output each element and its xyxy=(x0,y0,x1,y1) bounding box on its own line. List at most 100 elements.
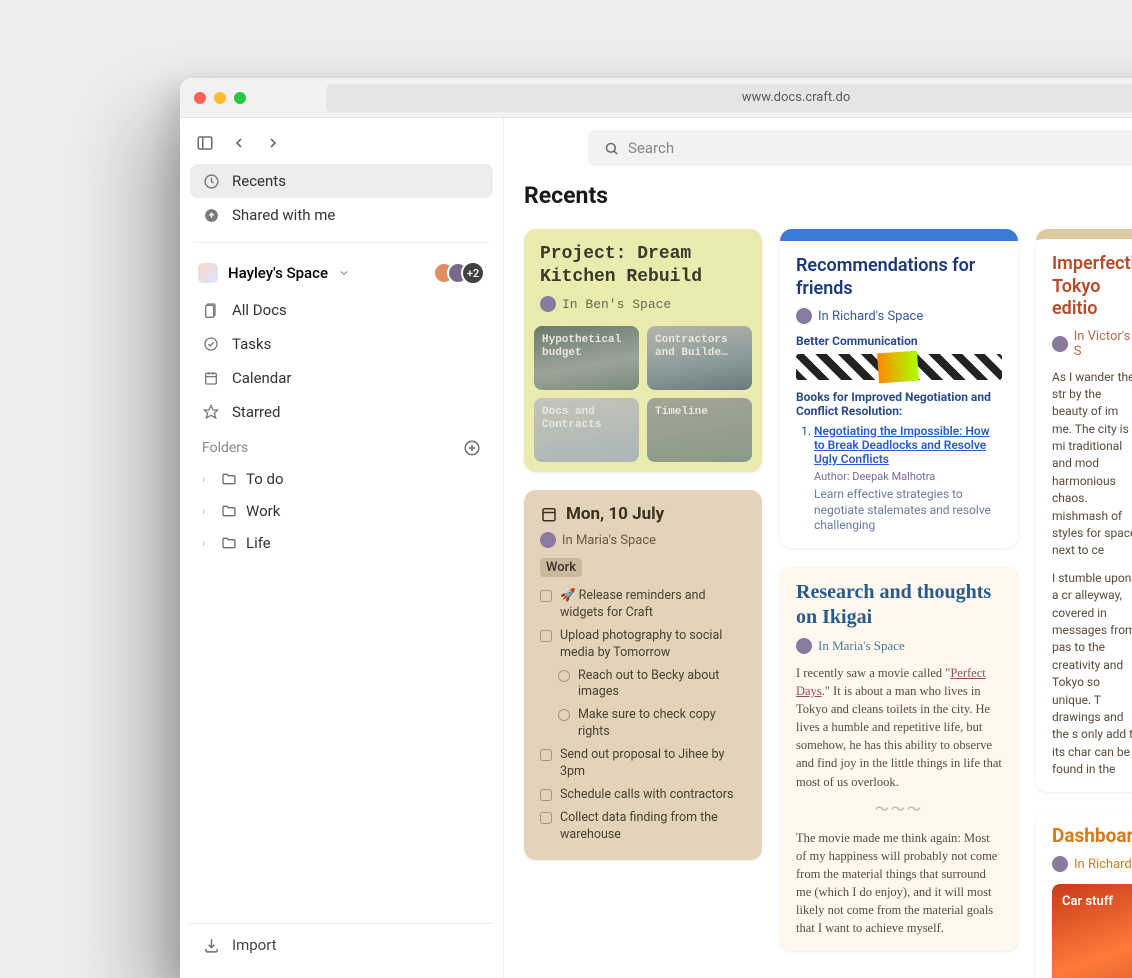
card-ikigai[interactable]: Research and thoughts on Ikigai In Maria… xyxy=(780,566,1018,952)
nav-label: Shared with me xyxy=(232,206,335,224)
body-text: The movie made me think again: Most of m… xyxy=(796,829,1002,938)
add-folder-button[interactable] xyxy=(463,439,481,457)
avatar xyxy=(1052,336,1068,352)
card-space: In Ben's Space xyxy=(540,296,746,312)
card-daily-note[interactable]: Mon, 10 July In Maria's Space Work 🚀 Rel… xyxy=(524,490,762,860)
avatar xyxy=(1052,856,1068,872)
body-text: As I wander the str by the beauty of im … xyxy=(1052,369,1132,560)
calendar-icon xyxy=(202,369,220,387)
maximize-window-button[interactable] xyxy=(234,92,246,104)
avatar xyxy=(540,532,556,548)
checkbox[interactable] xyxy=(540,789,552,801)
card-space: In Maria's Space xyxy=(796,638,1002,654)
card-title: Imperfection: Tokyo editio xyxy=(1052,253,1132,321)
member-avatars[interactable]: +2 xyxy=(441,261,485,285)
check-icon xyxy=(202,335,220,353)
card-title: Mon, 10 July xyxy=(566,504,664,524)
tile[interactable]: Timeline xyxy=(647,398,752,462)
minimize-window-button[interactable] xyxy=(214,92,226,104)
card-space: In Victor's S xyxy=(1052,329,1132,359)
section-heading: Books for Improved Negotiation and Confl… xyxy=(796,390,1002,418)
nav-label: Tasks xyxy=(232,335,271,353)
share-icon xyxy=(202,206,220,224)
star-icon xyxy=(202,403,220,421)
tag: Work xyxy=(540,558,582,577)
book-desc: Learn effective strategies to negotiate … xyxy=(814,487,1002,534)
import-icon xyxy=(202,936,220,954)
checkbox[interactable] xyxy=(540,749,552,761)
back-button[interactable] xyxy=(230,134,248,152)
nav-label: Calendar xyxy=(232,369,292,387)
close-window-button[interactable] xyxy=(194,92,206,104)
clock-icon xyxy=(202,172,220,190)
nav-recents[interactable]: Recents xyxy=(190,164,493,198)
avatar xyxy=(540,296,556,312)
forward-button[interactable] xyxy=(264,134,282,152)
chevron-right-icon: › xyxy=(202,505,212,518)
nav-shared[interactable]: Shared with me xyxy=(190,198,493,232)
author: Author: Deepak Malhotra xyxy=(814,470,1002,483)
folder-life[interactable]: › Life xyxy=(190,527,493,559)
card-dashboard[interactable]: Dashboard In Richard Car stuff Movies an… xyxy=(1036,810,1132,978)
import-button[interactable]: Import xyxy=(190,923,493,966)
folder-todo[interactable]: › To do xyxy=(190,463,493,495)
search-icon xyxy=(602,139,620,157)
titlebar: www.docs.craft.do xyxy=(180,78,1132,118)
checkbox[interactable] xyxy=(540,590,552,602)
task-list: 🚀 Release reminders and widgets for Craf… xyxy=(540,585,746,846)
sidebar-toggle-icon[interactable] xyxy=(196,134,214,152)
folder-icon xyxy=(220,502,238,520)
tile[interactable]: Docs and Contracts xyxy=(534,398,639,462)
import-label: Import xyxy=(232,936,277,954)
card-recommendations[interactable]: Recommendations for friends In Richard's… xyxy=(780,229,1018,548)
card-title: Research and thoughts on Ikigai xyxy=(796,580,1002,630)
avatar-overflow-badge: +2 xyxy=(461,261,485,285)
tile[interactable]: Contractors and Builde… xyxy=(647,326,752,390)
chevron-down-icon xyxy=(338,267,350,279)
card-kitchen[interactable]: Project: Dream Kitchen Rebuild In Ben's … xyxy=(524,229,762,472)
page-title: Recents xyxy=(524,182,1132,209)
card-title: Project: Dream Kitchen Rebuild xyxy=(540,243,746,288)
folder-label: To do xyxy=(246,470,284,488)
search-input[interactable]: Search xyxy=(588,130,1132,166)
avatar xyxy=(796,308,812,324)
folders-label: Folders xyxy=(202,440,248,456)
checkbox[interactable] xyxy=(558,709,570,721)
book-link[interactable]: Negotiating the Impossible: How to Break… xyxy=(814,424,990,466)
folder-work[interactable]: › Work xyxy=(190,495,493,527)
folder-icon xyxy=(220,534,238,552)
card-title: Recommendations for friends xyxy=(796,255,1002,300)
space-icon xyxy=(198,263,218,283)
nav-all-docs[interactable]: All Docs xyxy=(190,293,493,327)
chevron-right-icon: › xyxy=(202,537,212,550)
chevron-right-icon: › xyxy=(202,473,212,486)
card-space: In Richard xyxy=(1052,856,1132,872)
card-space: In Maria's Space xyxy=(540,532,746,548)
avatar xyxy=(796,638,812,654)
nav-label: All Docs xyxy=(232,301,287,319)
divider: ～～～ xyxy=(796,799,1002,819)
card-title: Dashboard xyxy=(1052,824,1132,848)
folder-label: Work xyxy=(246,502,280,520)
tile[interactable]: Hypothetical budget xyxy=(534,326,639,390)
nav-label: Starred xyxy=(232,403,280,421)
url-bar[interactable]: www.docs.craft.do xyxy=(326,84,1132,112)
calendar-icon xyxy=(540,505,558,523)
checkbox[interactable] xyxy=(540,630,552,642)
card-space: In Richard's Space xyxy=(796,308,1002,324)
nav-tasks[interactable]: Tasks xyxy=(190,327,493,361)
section-heading: Better Communication xyxy=(796,334,1002,348)
tile[interactable]: Car stuff xyxy=(1052,884,1132,978)
body-text: I recently saw a movie called "Perfect D… xyxy=(796,664,1002,791)
url-text: www.docs.craft.do xyxy=(742,90,851,105)
checkbox[interactable] xyxy=(540,812,552,824)
folder-label: Life xyxy=(246,534,271,552)
decorative-image xyxy=(796,354,1002,380)
space-name: Hayley's Space xyxy=(228,264,328,282)
space-switcher[interactable]: Hayley's Space +2 xyxy=(190,253,493,293)
card-imperfection[interactable]: Imperfection: Tokyo editio In Victor's S… xyxy=(1036,229,1132,792)
sidebar: Recents Shared with me Hayley's Space +2 xyxy=(180,118,504,978)
nav-starred[interactable]: Starred xyxy=(190,395,493,429)
nav-calendar[interactable]: Calendar xyxy=(190,361,493,395)
checkbox[interactable] xyxy=(558,670,570,682)
